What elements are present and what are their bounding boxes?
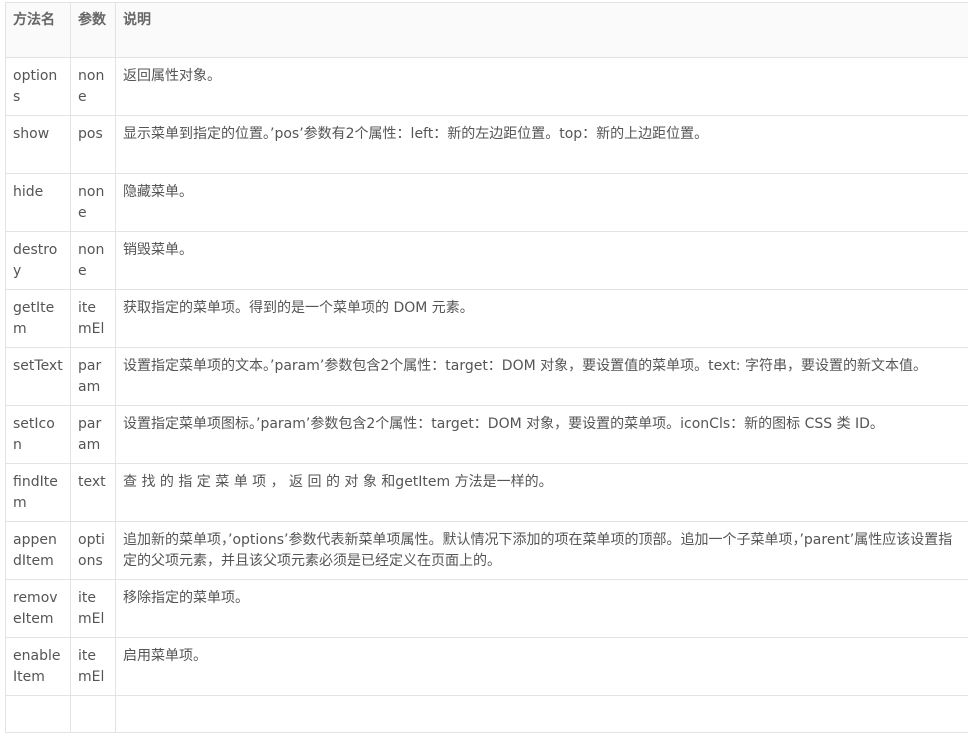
method-param-cell: none <box>71 58 116 116</box>
method-name-cell: removeItem <box>6 580 71 638</box>
method-description-cell: 隐藏菜单。 <box>116 174 968 232</box>
method-param-cell: none <box>71 232 116 290</box>
table-row: show pos 显示菜单到指定的位置。’pos’参数有2个属性：left：新的… <box>6 116 968 174</box>
method-param-cell: pos <box>71 116 116 174</box>
method-name-cell: setText <box>6 348 71 406</box>
table-row: removeItem itemEl 移除指定的菜单项。 <box>6 580 968 638</box>
method-name-cell: getItem <box>6 290 71 348</box>
method-description-cell: 启用菜单项。 <box>116 638 968 696</box>
method-description-cell: 销毁菜单。 <box>116 232 968 290</box>
method-param-cell <box>71 696 116 733</box>
table-header-row: 方法名 参数 说明 <box>6 3 968 58</box>
method-description-cell: 追加新的菜单项，’options’参数代表新菜单项属性。默认情况下添加的项在菜单… <box>116 522 968 580</box>
method-description-cell: 设置指定菜单项的文本。’param’参数包含2个属性：target：DOM 对象… <box>116 348 968 406</box>
method-description-cell: 查 找 的 指 定 菜 单 项 ， 返 回 的 对 象 和getItem 方法是… <box>116 464 968 522</box>
table-row: enableItem itemEl 启用菜单项。 <box>6 638 968 696</box>
method-param-cell: itemEl <box>71 638 116 696</box>
table-row: destroy none 销毁菜单。 <box>6 232 968 290</box>
method-description-cell: 返回属性对象。 <box>116 58 968 116</box>
table-row <box>6 696 968 733</box>
method-param-cell: options <box>71 522 116 580</box>
table-row: findItem text 查 找 的 指 定 菜 单 项 ， 返 回 的 对 … <box>6 464 968 522</box>
methods-table-wrapper: 方法名 参数 说明 options none 返回属性对象。 show pos … <box>5 2 968 733</box>
method-description-cell: 显示菜单到指定的位置。’pos’参数有2个属性：left：新的左边距位置。top… <box>116 116 968 174</box>
table-row: appendItem options 追加新的菜单项，’options’参数代表… <box>6 522 968 580</box>
method-description-cell <box>116 696 968 733</box>
method-name-cell: hide <box>6 174 71 232</box>
method-description-cell: 获取指定的菜单项。得到的是一个菜单项的 DOM 元素。 <box>116 290 968 348</box>
methods-table: 方法名 参数 说明 options none 返回属性对象。 show pos … <box>5 2 968 733</box>
method-param-cell: param <box>71 406 116 464</box>
method-name-cell <box>6 696 71 733</box>
method-param-cell: text <box>71 464 116 522</box>
method-name-cell: enableItem <box>6 638 71 696</box>
table-row: getItem itemEl 获取指定的菜单项。得到的是一个菜单项的 DOM 元… <box>6 290 968 348</box>
method-param-cell: itemEl <box>71 580 116 638</box>
method-param-cell: itemEl <box>71 290 116 348</box>
method-name-cell: setIcon <box>6 406 71 464</box>
method-name-cell: appendItem <box>6 522 71 580</box>
method-name-cell: options <box>6 58 71 116</box>
method-description-cell: 移除指定的菜单项。 <box>116 580 968 638</box>
column-header-description: 说明 <box>116 3 968 58</box>
method-name-cell: show <box>6 116 71 174</box>
method-description-cell: 设置指定菜单项图标。’param’参数包含2个属性：target：DOM 对象，… <box>116 406 968 464</box>
table-row: hide none 隐藏菜单。 <box>6 174 968 232</box>
method-name-cell: destroy <box>6 232 71 290</box>
table-row: setIcon param 设置指定菜单项图标。’param’参数包含2个属性：… <box>6 406 968 464</box>
column-header-method-name: 方法名 <box>6 3 71 58</box>
method-param-cell: param <box>71 348 116 406</box>
table-row: setText param 设置指定菜单项的文本。’param’参数包含2个属性… <box>6 348 968 406</box>
method-name-cell: findItem <box>6 464 71 522</box>
table-row: options none 返回属性对象。 <box>6 58 968 116</box>
method-param-cell: none <box>71 174 116 232</box>
column-header-param: 参数 <box>71 3 116 58</box>
